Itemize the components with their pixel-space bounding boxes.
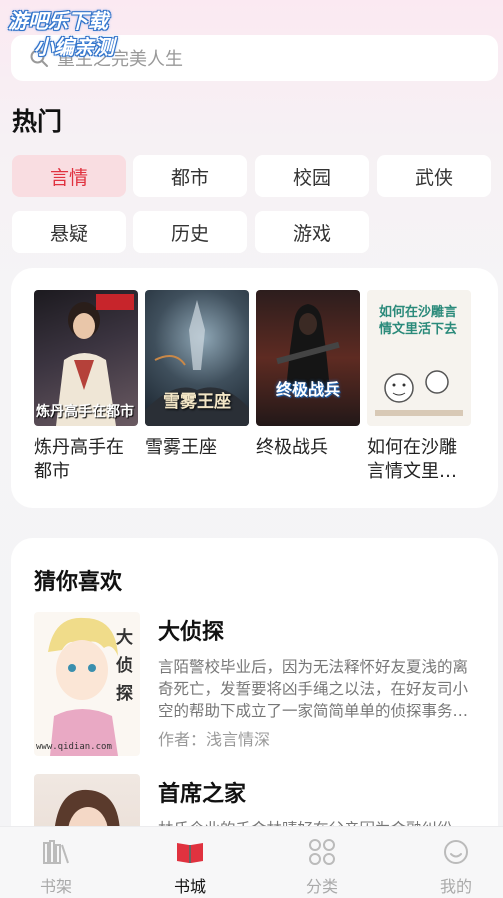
cover-url: www.qidian.com bbox=[36, 742, 112, 752]
chip-yanqing[interactable]: 言情 bbox=[12, 155, 126, 197]
book-title: 雪雾王座 bbox=[145, 437, 217, 458]
chip-xiaoyuan[interactable]: 校园 bbox=[255, 155, 369, 197]
cover-text: 炼丹高手在都市 bbox=[36, 404, 134, 420]
tab-label: 我的 bbox=[439, 877, 472, 896]
tab-category[interactable]: 分类 bbox=[282, 837, 362, 897]
tab-label: 分类 bbox=[305, 877, 338, 896]
chip-lishi[interactable]: 历史 bbox=[133, 211, 247, 253]
book-author: 作者：浅言情深 bbox=[158, 726, 270, 750]
book-title: 首席之家 bbox=[158, 782, 247, 807]
book-item[interactable]: 雪雾王座 雪雾王座 bbox=[145, 290, 249, 460]
bookshelf-icon bbox=[43, 840, 69, 864]
book-cover: 雪雾王座 bbox=[145, 290, 249, 426]
book-open-icon bbox=[177, 843, 203, 863]
chip-xuanyi[interactable]: 悬疑 bbox=[12, 211, 126, 253]
book-item[interactable]: 终极战兵 终极战兵 bbox=[256, 290, 360, 460]
cover-text: 终极战兵 bbox=[275, 380, 340, 399]
grid-icon bbox=[309, 839, 335, 865]
book-title: 终极战兵 bbox=[256, 437, 328, 458]
chip-youxi[interactable]: 游戏 bbox=[255, 211, 369, 253]
book-description: 言陌警校毕业后，因为无法释怀好友夏浅的离奇死亡，发誓要将凶手绳之以法，在好友司小… bbox=[158, 658, 469, 720]
cover-text: 如何在沙雕言情文里活下去 bbox=[379, 305, 458, 337]
author-name: 浅言情深 bbox=[206, 730, 271, 749]
book-cover: 终极战兵 bbox=[256, 290, 360, 426]
book-cover: 如何在沙雕言情文里活下去 bbox=[367, 290, 471, 426]
watermark: 游吧乐下载 小编亲测 bbox=[8, 8, 114, 60]
book-item[interactable]: 炼丹高手在都市 炼丹高手在都市 bbox=[34, 290, 138, 484]
smile-icon bbox=[444, 840, 468, 864]
tab-label: 书架 bbox=[39, 877, 72, 896]
bottom-tab-bar: 书架 书城 分类 我的 bbox=[0, 826, 503, 898]
book-item[interactable]: 如何在沙雕言情文里活下去 如何在沙雕言情文里活下去 bbox=[367, 290, 471, 484]
watermark-line1: 游吧乐下载 bbox=[8, 9, 108, 33]
featured-books-card: 炼丹高手在都市 炼丹高手在都市 雪雾王座 雪雾王座 终极战兵 终极战兵 如何在沙… bbox=[11, 268, 498, 508]
book-cover: 大侦探 www.qidian.com bbox=[34, 612, 140, 756]
book-title: 大侦探 bbox=[158, 620, 225, 645]
book-title: 如何在沙雕言情文里活下去 bbox=[367, 437, 457, 482]
tab-bookshelf[interactable]: 书架 bbox=[16, 837, 96, 897]
tab-mine[interactable]: 我的 bbox=[416, 837, 496, 897]
hot-section-title: 热门 bbox=[12, 107, 63, 136]
tab-label: 书城 bbox=[173, 877, 206, 896]
chip-wuxia[interactable]: 武侠 bbox=[377, 155, 491, 197]
recommend-title: 猜你喜欢 bbox=[34, 570, 123, 595]
cover-text: 大侦探 bbox=[116, 628, 133, 704]
tab-bookstore[interactable]: 书城 bbox=[150, 837, 230, 897]
book-title: 炼丹高手在都市 bbox=[34, 437, 124, 482]
author-label: 作者： bbox=[158, 730, 207, 749]
chip-dushi[interactable]: 都市 bbox=[133, 155, 247, 197]
recommend-card: 猜你喜欢 大侦探 www.qidian.com 大侦探 言陌警校毕业后，因为无法… bbox=[11, 538, 498, 868]
recommend-item[interactable]: 大侦探 www.qidian.com 大侦探 言陌警校毕业后，因为无法释怀好友夏… bbox=[34, 612, 484, 762]
book-cover: 炼丹高手在都市 bbox=[34, 290, 138, 426]
cover-text: 雪雾王座 bbox=[163, 392, 231, 412]
watermark-line2: 小编亲测 bbox=[34, 35, 114, 59]
